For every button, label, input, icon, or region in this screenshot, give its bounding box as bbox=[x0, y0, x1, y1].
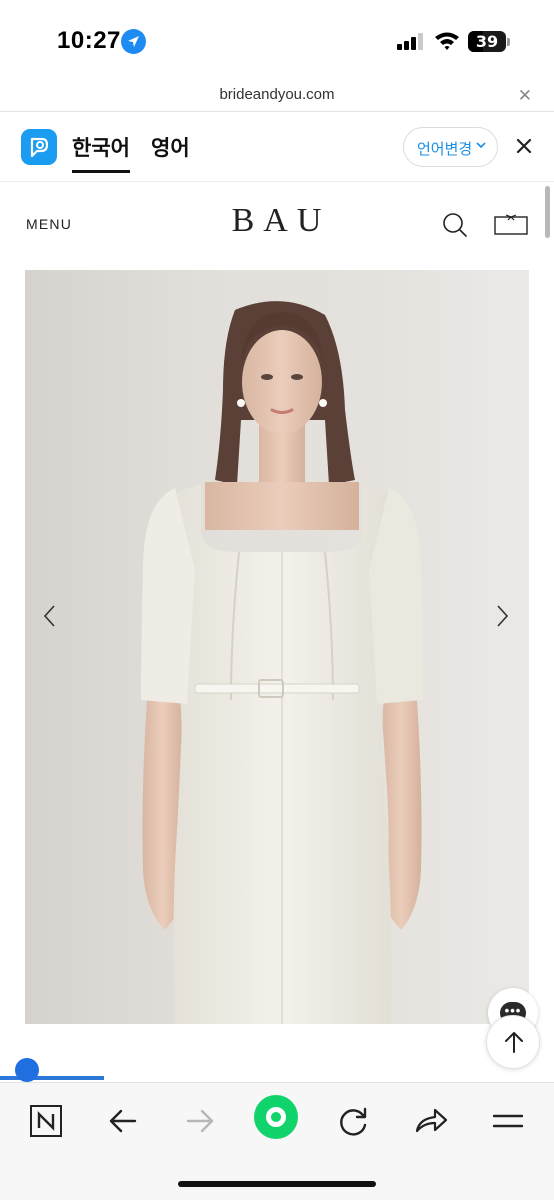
translate-bar: 한국어 영어 언어변경 bbox=[0, 112, 554, 182]
share-icon bbox=[415, 1108, 448, 1133]
tab-english[interactable]: 영어 bbox=[151, 132, 190, 162]
search-icon[interactable] bbox=[442, 212, 468, 238]
naver-home-button[interactable] bbox=[24, 1099, 68, 1143]
reload-button[interactable] bbox=[332, 1099, 376, 1143]
arrow-right-icon bbox=[186, 1109, 214, 1133]
forward-button[interactable] bbox=[178, 1099, 222, 1143]
menu-lines-button[interactable] bbox=[486, 1099, 530, 1143]
model-illustration bbox=[141, 301, 423, 1024]
shopping-bag-icon[interactable] bbox=[494, 212, 528, 236]
arrow-up-icon bbox=[505, 1032, 523, 1053]
chevron-right-icon[interactable] bbox=[496, 604, 510, 628]
green-dot-button[interactable] bbox=[254, 1095, 298, 1139]
battery-level-text: 39 bbox=[475, 32, 499, 51]
cellular-signal-icon bbox=[397, 33, 423, 50]
home-indicator bbox=[178, 1181, 376, 1187]
change-language-label: 언어변경 bbox=[417, 141, 473, 158]
close-icon[interactable]: ✕ bbox=[518, 86, 532, 106]
progress-knob[interactable] bbox=[15, 1058, 39, 1082]
chevron-left-icon[interactable] bbox=[42, 604, 56, 628]
page-progress-fill bbox=[0, 1076, 104, 1080]
back-button[interactable] bbox=[101, 1099, 145, 1143]
chevron-down-icon bbox=[476, 142, 486, 149]
hamburger-icon bbox=[492, 1114, 524, 1128]
scroll-to-top-button[interactable] bbox=[486, 1015, 540, 1069]
papago-logo-icon bbox=[21, 129, 57, 165]
page-progress-track bbox=[0, 1076, 104, 1080]
url-bar[interactable]: brideandyou.com ✕ bbox=[0, 82, 554, 112]
reload-icon bbox=[340, 1107, 367, 1136]
naver-n-icon bbox=[30, 1105, 62, 1137]
battery-cap bbox=[507, 38, 510, 46]
scrollbar-thumb[interactable] bbox=[545, 186, 550, 238]
location-arrow-icon bbox=[121, 29, 146, 54]
tab-korean[interactable]: 한국어 bbox=[72, 132, 130, 173]
change-language-button[interactable]: 언어변경 bbox=[403, 127, 498, 167]
battery-icon: 39 bbox=[468, 31, 506, 52]
product-image[interactable] bbox=[25, 270, 529, 1024]
brand-logo[interactable]: BAU bbox=[0, 202, 554, 240]
status-bar: 10:27 39 bbox=[0, 0, 554, 82]
status-time: 10:27 bbox=[57, 27, 121, 54]
url-text[interactable]: brideandyou.com bbox=[0, 86, 554, 103]
arrow-left-icon bbox=[109, 1109, 137, 1133]
close-translate-icon[interactable] bbox=[514, 136, 534, 156]
wifi-icon bbox=[435, 32, 459, 50]
green-dot-icon bbox=[266, 1107, 286, 1127]
site-header: MENU BAU bbox=[0, 182, 554, 270]
share-button[interactable] bbox=[409, 1099, 453, 1143]
